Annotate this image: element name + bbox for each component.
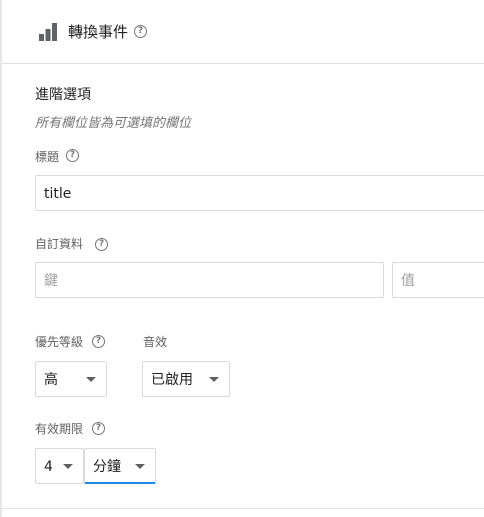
expiration-label: 有效期限: [35, 422, 84, 436]
help-icon[interactable]: ?: [66, 149, 79, 162]
help-icon[interactable]: ?: [92, 422, 105, 435]
divider: [2, 508, 484, 509]
priority-label: 優先等級: [35, 335, 84, 349]
sound-label: 音效: [143, 335, 168, 349]
expiration-unit-value: 分鐘: [93, 459, 121, 475]
chevron-down-icon: [86, 377, 96, 382]
help-icon[interactable]: ?: [92, 335, 105, 348]
expiration-number-select[interactable]: 4: [35, 448, 84, 484]
expiration-number-value: 4: [44, 459, 53, 475]
custom-data-value-input[interactable]: 值: [392, 262, 484, 298]
panel-header: 轉換事件 ?: [2, 0, 484, 64]
chevron-down-icon: [209, 377, 219, 382]
priority-select[interactable]: 高: [35, 361, 107, 397]
expiration-unit-select[interactable]: 分鐘: [84, 448, 156, 484]
section-subtitle: 所有欄位皆為可選填的欄位: [35, 116, 192, 131]
panel-left-border: [0, 0, 2, 517]
custom-data-key-input[interactable]: 鍵: [35, 262, 384, 298]
section-title: 進階選項: [35, 87, 91, 103]
sound-selected-value: 已啟用: [151, 372, 193, 388]
help-icon[interactable]: ?: [95, 238, 108, 251]
title-label: 標題: [35, 150, 60, 164]
help-icon[interactable]: ?: [134, 25, 147, 38]
custom-data-label: 自訂資料: [35, 237, 84, 251]
chevron-down-icon: [63, 464, 73, 469]
title-input[interactable]: title: [35, 175, 484, 211]
bar-chart-icon: [38, 22, 58, 42]
priority-selected-value: 高: [44, 372, 58, 388]
sound-select[interactable]: 已啟用: [142, 361, 230, 397]
panel-title: 轉換事件: [68, 23, 129, 41]
chevron-down-icon: [135, 464, 145, 469]
